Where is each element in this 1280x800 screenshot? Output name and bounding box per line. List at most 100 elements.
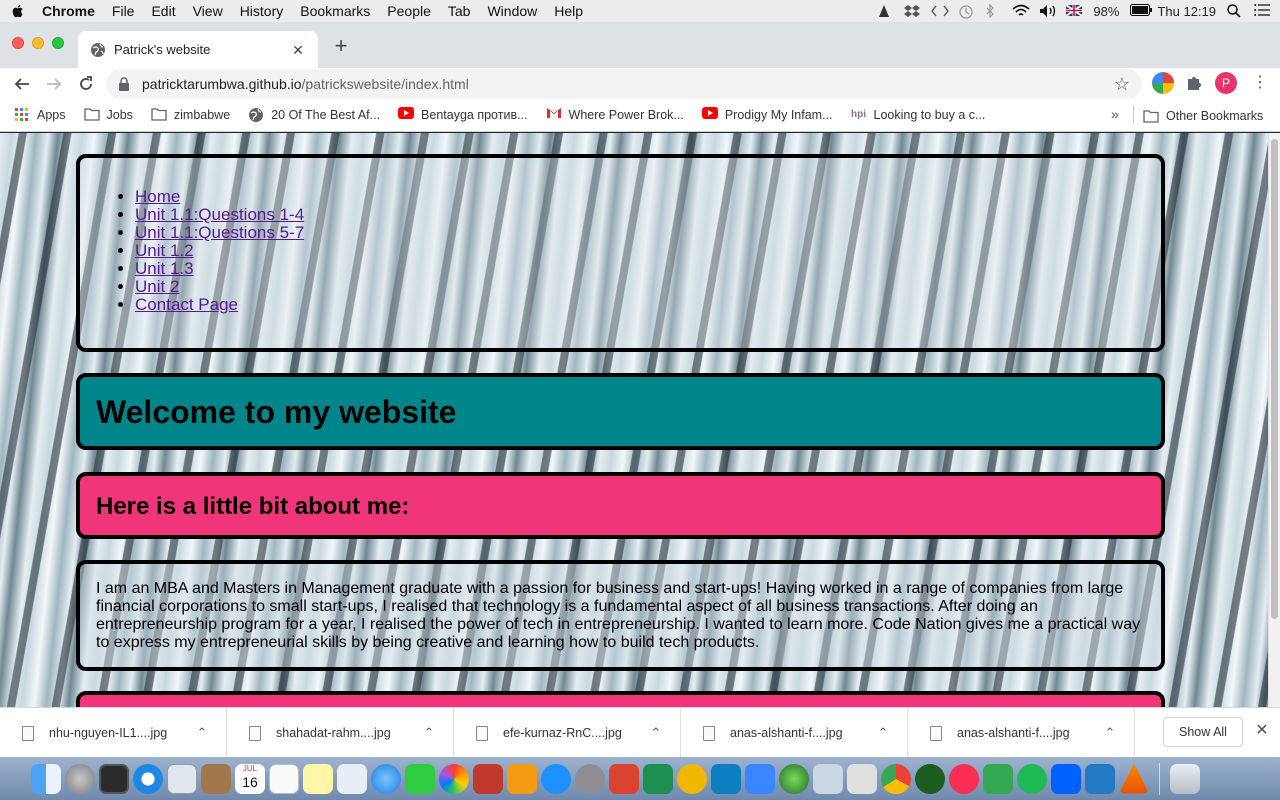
finder-icon[interactable] <box>31 763 61 794</box>
extension-colorful-icon[interactable] <box>1152 72 1174 94</box>
chevron-up-icon[interactable]: ⌃ <box>1100 723 1120 743</box>
spotify-icon[interactable] <box>1017 763 1047 794</box>
uk-flag-icon[interactable] <box>1065 4 1083 18</box>
nav-link-unit-1-1-q1-4[interactable]: Unit 1.1:Questions 1-4 <box>135 205 304 224</box>
menu-help[interactable]: Help <box>554 3 583 19</box>
messages-icon[interactable] <box>371 763 401 794</box>
menu-window[interactable]: Window <box>487 3 537 19</box>
chevron-up-icon[interactable]: ⌃ <box>873 723 893 743</box>
download-item[interactable]: nhu-nguyen-IL1....jpg ⌃ <box>0 708 227 758</box>
bookmark-star-icon[interactable]: ☆ <box>1112 74 1132 94</box>
volume-icon[interactable] <box>1039 4 1056 18</box>
window-maximize-button[interactable] <box>52 37 64 49</box>
close-downloads-icon[interactable]: ✕ <box>1252 721 1272 741</box>
contacts-icon[interactable] <box>201 763 231 794</box>
show-all-downloads-button[interactable]: Show All <box>1163 717 1243 747</box>
nav-link-unit-1-1-q5-7[interactable]: Unit 1.1:Questions 5-7 <box>135 223 304 242</box>
battery-percent[interactable]: 98% <box>1093 4 1119 19</box>
teams-app-icon[interactable] <box>711 763 741 794</box>
download-item[interactable]: anas-alshanti-f....jpg ⌃ <box>908 708 1135 758</box>
menu-app-name[interactable]: Chrome <box>42 3 95 19</box>
extensions-puzzle-icon[interactable] <box>1184 73 1206 95</box>
nav-link-unit-2[interactable]: Unit 2 <box>135 277 179 296</box>
powerpoint-icon[interactable] <box>609 763 639 794</box>
dropbox-icon[interactable] <box>904 4 921 18</box>
menu-file[interactable]: File <box>112 3 135 19</box>
utility-app-icon[interactable] <box>813 763 843 794</box>
menu-edit[interactable]: Edit <box>151 3 175 19</box>
vpn-app-icon[interactable] <box>915 763 945 794</box>
system-preferences-icon[interactable] <box>575 763 605 794</box>
menu-history[interactable]: History <box>240 3 284 19</box>
collaboration-icon[interactable] <box>745 763 775 794</box>
bookmark-hpi[interactable]: hpi Looking to buy a c... <box>851 107 986 123</box>
dropbox-app-icon[interactable] <box>1051 763 1081 794</box>
tab-active[interactable]: Patrick's website ✕ <box>78 31 318 68</box>
notification-center-icon[interactable] <box>1254 4 1270 18</box>
back-button[interactable] <box>10 72 34 96</box>
document-app-icon[interactable] <box>847 763 877 794</box>
window-minimize-button[interactable] <box>32 37 44 49</box>
chrome-icon[interactable] <box>881 763 911 794</box>
bookmarks-overflow-chevron-icon[interactable]: » <box>1111 106 1119 122</box>
books-icon[interactable] <box>507 763 537 794</box>
time-machine-icon[interactable] <box>958 4 974 19</box>
bookmark-zimbabwe[interactable]: zimbabwe <box>151 107 230 123</box>
chevron-up-icon[interactable]: ⌃ <box>646 723 666 743</box>
utorrent-icon[interactable] <box>983 763 1013 794</box>
photo-app-icon[interactable] <box>473 763 503 794</box>
window-close-button[interactable] <box>12 37 24 49</box>
nav-link-home[interactable]: Home <box>135 187 180 206</box>
bookmark-bentayga[interactable]: Bentayga против... <box>398 107 528 123</box>
bookmark-apps[interactable]: Apps <box>14 107 66 123</box>
menu-view[interactable]: View <box>193 3 223 19</box>
app-store-icon[interactable] <box>541 763 571 794</box>
battery-icon[interactable] <box>1130 4 1153 18</box>
page-viewport[interactable]: Home Unit 1.1:Questions 1-4 Unit 1.1:Que… <box>0 133 1268 707</box>
menu-people[interactable]: People <box>387 3 431 19</box>
nav-link-unit-1-2[interactable]: Unit 1.2 <box>135 241 194 260</box>
nav-link-unit-1-3[interactable]: Unit 1.3 <box>135 259 194 278</box>
other-bookmarks[interactable]: Other Bookmarks <box>1143 99 1263 132</box>
download-item[interactable]: efe-kurnaz-RnC....jpg ⌃ <box>454 708 681 758</box>
excel-icon[interactable] <box>643 763 673 794</box>
lock-icon[interactable] <box>118 77 130 91</box>
facetime-icon[interactable] <box>405 763 435 794</box>
tab-close-icon[interactable]: ✕ <box>290 42 306 58</box>
vlc-app-icon[interactable] <box>1119 763 1149 794</box>
preview-icon[interactable] <box>167 763 197 794</box>
safari-icon[interactable] <box>133 763 163 794</box>
download-item[interactable]: anas-alshanti-f....jpg ⌃ <box>681 708 908 758</box>
outlook-icon[interactable] <box>677 763 707 794</box>
bluetooth-icon[interactable] <box>985 3 1001 19</box>
apple-menu-icon[interactable] <box>10 3 26 19</box>
menu-bookmarks[interactable]: Bookmarks <box>300 3 370 19</box>
bookmark-power-brok[interactable]: Where Power Brok... <box>546 107 684 123</box>
bookmark-prodigy[interactable]: Prodigy My Infam... <box>701 107 833 123</box>
spotlight-search-icon[interactable] <box>1227 4 1243 18</box>
scrollbar-thumb[interactable] <box>1271 139 1278 619</box>
chevron-up-icon[interactable]: ⌃ <box>192 723 212 743</box>
globe-app-icon[interactable] <box>779 763 809 794</box>
photo-booth-icon[interactable] <box>337 763 367 794</box>
vscode-icon[interactable] <box>1085 763 1115 794</box>
menu-tab[interactable]: Tab <box>448 3 471 19</box>
trash-icon[interactable] <box>1170 763 1200 794</box>
notes-icon[interactable] <box>303 763 333 794</box>
bookmark-best-af[interactable]: 20 Of The Best Af... <box>248 107 380 123</box>
launchpad-icon[interactable] <box>65 763 95 794</box>
clock[interactable]: Thu 12:19 <box>1157 4 1216 19</box>
code-brackets-icon[interactable] <box>931 4 950 18</box>
chrome-menu-icon[interactable]: ⋮ <box>1250 72 1270 94</box>
mission-control-icon[interactable] <box>99 763 129 794</box>
address-bar[interactable]: patricktarumbwa.github.io/patrickswebsit… <box>106 69 1142 99</box>
reload-button[interactable] <box>74 72 98 96</box>
page-scrollbar[interactable] <box>1268 133 1280 707</box>
vlc-icon[interactable] <box>877 4 893 18</box>
profile-avatar[interactable]: P <box>1215 72 1237 94</box>
new-tab-button[interactable]: + <box>330 35 352 58</box>
music-icon[interactable] <box>949 763 979 794</box>
wifi-icon[interactable] <box>1012 4 1030 18</box>
reminders-icon[interactable] <box>269 763 299 794</box>
chevron-up-icon[interactable]: ⌃ <box>419 723 439 743</box>
